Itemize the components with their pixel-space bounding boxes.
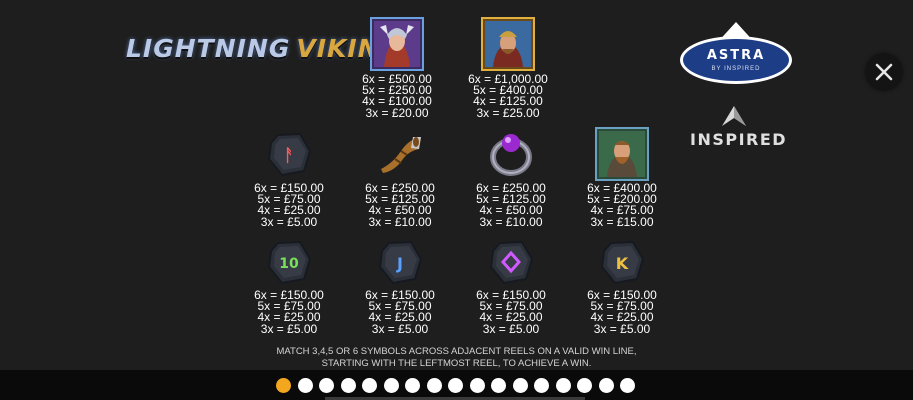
pay-3x: 3x = £10.00 xyxy=(479,214,543,229)
pay-3x: 3x = £15.00 xyxy=(590,214,654,229)
inspired-logo-text: INSPIRED xyxy=(690,130,788,149)
pay-3x: 3x = £5.00 xyxy=(260,214,318,229)
page-dot-10[interactable] xyxy=(469,378,485,393)
rune-k-icon: K xyxy=(597,237,647,287)
symbol-pays: 6x = £400.00 5x = £200.00 4x = £75.00 3x… xyxy=(577,182,667,229)
svg-text:K: K xyxy=(616,254,629,273)
rune-a-icon: ᚨ xyxy=(264,129,314,179)
viking-king-icon xyxy=(481,17,535,71)
page-dot-9[interactable] xyxy=(448,378,463,393)
pagination-bar xyxy=(0,370,913,400)
pay-3x: 3x = £5.00 xyxy=(482,321,540,336)
game-logo: LIGHTNING VIKING xyxy=(126,34,401,63)
pay-3x: 3x = £20.00 xyxy=(365,105,429,120)
page-dot-14[interactable] xyxy=(555,378,571,393)
page-dot-3[interactable] xyxy=(319,378,334,393)
page-dot-12[interactable] xyxy=(512,378,528,393)
valkyrie-icon xyxy=(370,17,424,71)
viking-warrior-icon xyxy=(595,127,649,181)
win-rules-text: MATCH 3,4,5 OR 6 SYMBOLS ACROSS ADJACENT… xyxy=(0,346,913,369)
logo-word-lightning: LIGHTNING xyxy=(126,34,291,63)
page-dot-5[interactable] xyxy=(362,378,377,393)
page-dot-13[interactable] xyxy=(534,378,549,393)
rune-10-icon: 10 xyxy=(264,237,314,287)
astra-logo: ASTRA BY INSPIRED xyxy=(680,22,792,84)
pay-3x: 3x = £5.00 xyxy=(593,321,651,336)
symbol-pays: 6x = £1,000.00 5x = £400.00 4x = £125.00… xyxy=(463,73,553,120)
pay-3x: 3x = £10.00 xyxy=(368,214,432,229)
page-dot-15[interactable] xyxy=(577,378,592,393)
close-button[interactable] xyxy=(866,54,902,90)
symbol-pays: 6x = £250.00 5x = £125.00 4x = £50.00 3x… xyxy=(355,182,445,229)
pay-3x: 3x = £5.00 xyxy=(371,321,429,336)
page-dot-8[interactable] xyxy=(426,378,442,393)
rules-line-2: STARTING WITH THE LEFTMOST REEL, TO ACHI… xyxy=(321,357,592,369)
page-dot-1[interactable] xyxy=(276,378,291,393)
symbol-pays: 6x = £150.00 5x = £75.00 4x = £25.00 3x … xyxy=(577,289,667,336)
inspired-mark-icon xyxy=(718,104,750,128)
ring-icon xyxy=(486,129,536,179)
pay-3x: 3x = £5.00 xyxy=(260,321,318,336)
rune-q-icon xyxy=(486,237,536,287)
rune-j-icon: J xyxy=(375,237,425,287)
page-dot-6[interactable] xyxy=(383,378,399,393)
svg-text:10: 10 xyxy=(279,256,299,272)
symbol-pays: 6x = £150.00 5x = £75.00 4x = £25.00 3x … xyxy=(244,182,334,229)
drinking-horn-icon xyxy=(375,129,425,179)
symbol-pays: 6x = £150.00 5x = £75.00 4x = £25.00 3x … xyxy=(355,289,445,336)
page-dot-16[interactable] xyxy=(598,378,614,393)
symbol-pays: 6x = £150.00 5x = £75.00 4x = £25.00 3x … xyxy=(466,289,556,336)
page-dot-11[interactable] xyxy=(491,378,506,393)
astra-subtitle: BY INSPIRED xyxy=(711,66,761,72)
page-dot-4[interactable] xyxy=(340,378,356,393)
rules-line-1: MATCH 3,4,5 OR 6 SYMBOLS ACROSS ADJACENT… xyxy=(276,346,637,357)
svg-text:ᚨ: ᚨ xyxy=(284,146,294,166)
svg-text:J: J xyxy=(396,254,403,273)
pay-3x: 3x = £25.00 xyxy=(476,105,540,120)
astra-text: ASTRA xyxy=(706,48,766,63)
page-dot-17[interactable] xyxy=(620,378,635,393)
symbol-pays: 6x = £150.00 5x = £75.00 4x = £25.00 3x … xyxy=(244,289,334,336)
page-dot-7[interactable] xyxy=(405,378,420,393)
page-dot-2[interactable] xyxy=(297,378,313,393)
page-dots xyxy=(276,378,635,393)
symbol-pays: 6x = £250.00 5x = £125.00 4x = £50.00 3x… xyxy=(466,182,556,229)
close-icon xyxy=(875,63,893,81)
symbol-pays: 6x = £500.00 5x = £250.00 4x = £100.00 3… xyxy=(352,73,442,120)
